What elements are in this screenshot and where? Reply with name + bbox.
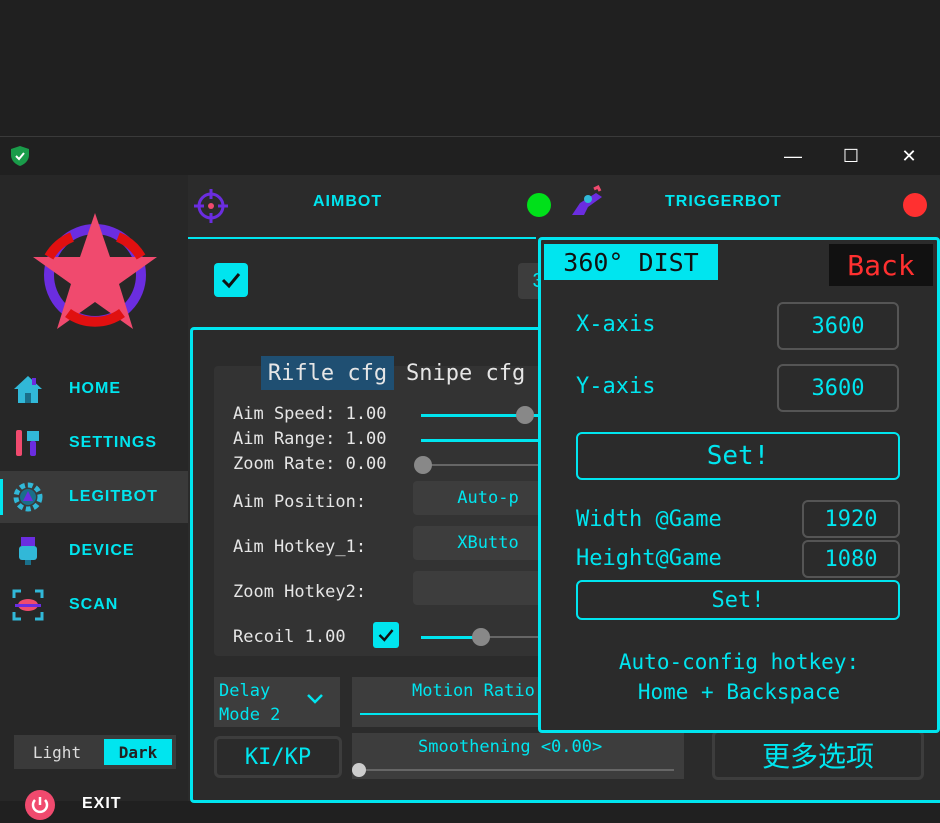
smoothening-knob[interactable]	[352, 763, 366, 777]
star-logo-icon	[33, 213, 157, 329]
recoil-label: Recoil 1.00	[233, 627, 346, 647]
tab-snipe-cfg[interactable]: Snipe cfg	[406, 356, 546, 390]
triggerbot-status-indicator	[903, 193, 927, 217]
aim-range-slider[interactable]	[421, 439, 541, 442]
sidebar-item-label: SETTINGS	[69, 434, 158, 451]
aimbot-status-indicator	[527, 193, 551, 217]
theme-light-option[interactable]: Light	[14, 735, 100, 769]
hint-line-1: Auto-config hotkey:	[618, 650, 860, 674]
tab-rifle-cfg[interactable]: Rifle cfg	[261, 356, 394, 390]
width-game-label: Width @Game	[576, 507, 722, 532]
set-axis-button[interactable]: Set!	[576, 432, 900, 480]
dist-panel: 360° DIST Back X-axis 3600 Y-axis 3600 S…	[538, 237, 940, 733]
sidebar: HOME SETTINGS LEGITBOT DEVICE SCAN Light…	[0, 175, 188, 820]
aimbot-enable-checkbox[interactable]	[214, 263, 248, 297]
sidebar-item-legitbot[interactable]: LEGITBOT	[0, 471, 188, 523]
smoothening-control[interactable]: Smoothening <0.00>	[352, 733, 684, 779]
recoil-knob[interactable]	[472, 628, 490, 646]
zoom-rate-slider[interactable]	[421, 464, 541, 466]
zoom-rate-label: Zoom Rate: 0.00	[233, 454, 387, 474]
chevron-down-icon	[307, 694, 323, 704]
x-axis-label: X-axis	[576, 312, 656, 337]
height-game-label: Height@Game	[576, 546, 722, 571]
more-options-button[interactable]: 更多选项	[712, 730, 924, 780]
close-button[interactable]: ✕	[880, 137, 938, 175]
set-resolution-button[interactable]: Set!	[576, 580, 900, 620]
tab-triggerbot-label: TRIGGERBOT	[665, 193, 782, 210]
minimize-button[interactable]: —	[764, 137, 822, 175]
sidebar-item-device[interactable]: DEVICE	[0, 525, 188, 577]
exit-button[interactable]: EXIT	[22, 787, 182, 823]
power-icon	[25, 790, 55, 820]
maximize-button[interactable]: ☐	[822, 137, 880, 175]
tools-icon	[16, 430, 39, 456]
x-axis-input[interactable]: 3600	[777, 302, 899, 350]
checkmark-icon	[378, 629, 394, 642]
aim-speed-label: Aim Speed: 1.00	[233, 404, 387, 424]
usb-icon	[19, 537, 37, 565]
width-game-input[interactable]: 1920	[802, 500, 900, 538]
sidebar-item-settings[interactable]: SETTINGS	[0, 417, 188, 469]
zoom-hotkey2-label: Zoom Hotkey2:	[233, 582, 367, 602]
sidebar-item-label: LEGITBOT	[69, 488, 158, 505]
motion-ratio-label: Motion Ratio	[412, 681, 535, 701]
exit-label: EXIT	[82, 795, 122, 812]
dist-panel-title: 360° DIST	[544, 244, 718, 280]
sidebar-item-label: SCAN	[69, 596, 119, 613]
y-axis-input[interactable]: 3600	[777, 364, 899, 412]
checkmark-icon	[221, 273, 241, 289]
revolver-icon	[572, 185, 602, 215]
sidebar-item-home[interactable]: HOME	[0, 363, 188, 415]
y-axis-label: Y-axis	[576, 374, 656, 399]
smoothening-label: Smoothening <0.00>	[418, 737, 603, 757]
hint-line-2: Home + Backspace	[637, 680, 841, 704]
sidebar-item-scan[interactable]: SCAN	[0, 579, 188, 631]
theme-toggle[interactable]: Light Dark	[14, 735, 176, 769]
close-icon: ✕	[901, 145, 917, 166]
minimize-icon: —	[784, 145, 802, 166]
tab-aimbot-label: AIMBOT	[313, 193, 383, 210]
crosshair-icon	[194, 189, 228, 223]
kikp-button[interactable]: KI/KP	[214, 736, 342, 778]
sidebar-item-label: DEVICE	[69, 542, 135, 559]
motion-ratio-control[interactable]: Motion Ratio	[352, 677, 546, 727]
aim-speed-knob[interactable]	[516, 406, 534, 424]
aim-position-label: Aim Position:	[233, 492, 367, 512]
home-icon	[14, 376, 42, 403]
shield-icon	[11, 146, 29, 166]
scan-icon	[12, 589, 44, 621]
aim-range-label: Aim Range: 1.00	[233, 429, 387, 449]
sidebar-item-label: HOME	[69, 380, 121, 397]
smoothening-slider[interactable]	[360, 769, 674, 771]
app-window: — ☐ ✕ HOME SETTINGS LEGITBOT DEVICE SCAN…	[0, 136, 940, 820]
title-bar: — ☐ ✕	[0, 137, 940, 175]
zoom-rate-knob[interactable]	[414, 456, 432, 474]
delay-mode-label: Delay Mode 2	[219, 681, 281, 725]
delay-mode-select[interactable]: Delay Mode 2	[214, 677, 340, 727]
recoil-slider-rest	[481, 636, 541, 638]
maximize-icon: ☐	[842, 145, 860, 166]
back-button[interactable]: Back	[829, 244, 933, 286]
height-game-input[interactable]: 1080	[802, 540, 900, 578]
aim-hotkey1-label: Aim Hotkey_1:	[233, 537, 367, 557]
motion-ratio-slider[interactable]	[360, 713, 546, 715]
tab-triggerbot[interactable]: TRIGGERBOT	[566, 175, 940, 237]
recoil-checkbox[interactable]	[373, 622, 399, 648]
theme-dark-option[interactable]: Dark	[104, 739, 172, 765]
gear-icon	[13, 482, 43, 512]
tab-aimbot[interactable]: AIMBOT	[188, 175, 551, 239]
